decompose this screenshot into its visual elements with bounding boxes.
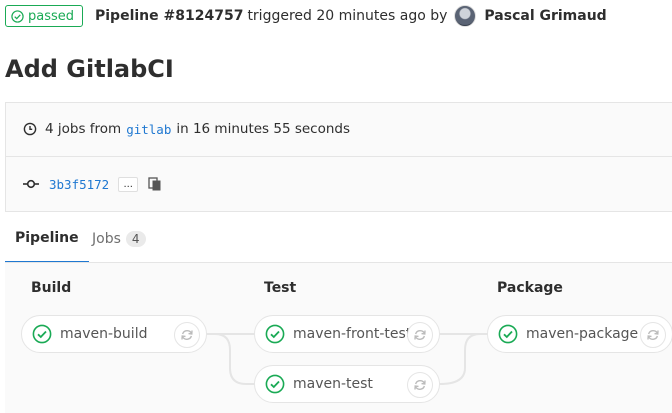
check-circle-icon <box>265 324 285 344</box>
retry-button[interactable] <box>640 322 666 348</box>
job-maven-package[interactable]: maven-package <box>487 315 672 353</box>
check-circle-icon <box>265 374 285 394</box>
job-maven-front-test[interactable]: maven-front-test <box>254 315 440 353</box>
job-maven-build[interactable]: maven-build <box>21 315 207 353</box>
retry-icon <box>414 380 426 390</box>
check-circle-icon <box>498 324 518 344</box>
stage-title-build: Build <box>31 280 72 296</box>
check-circle-icon <box>32 324 52 344</box>
job-name: maven-build <box>60 326 148 342</box>
retry-icon <box>414 330 426 340</box>
job-name: maven-package <box>526 326 639 342</box>
job-name: maven-test <box>293 376 373 392</box>
stage-title-package: Package <box>497 280 563 296</box>
retry-icon <box>181 330 193 340</box>
job-name: maven-front-test <box>293 326 412 342</box>
retry-icon <box>647 330 659 340</box>
retry-button[interactable] <box>407 322 433 348</box>
job-maven-test[interactable]: maven-test <box>254 365 440 403</box>
retry-button[interactable] <box>407 372 433 398</box>
retry-button[interactable] <box>174 322 200 348</box>
stage-title-test: Test <box>264 280 297 296</box>
